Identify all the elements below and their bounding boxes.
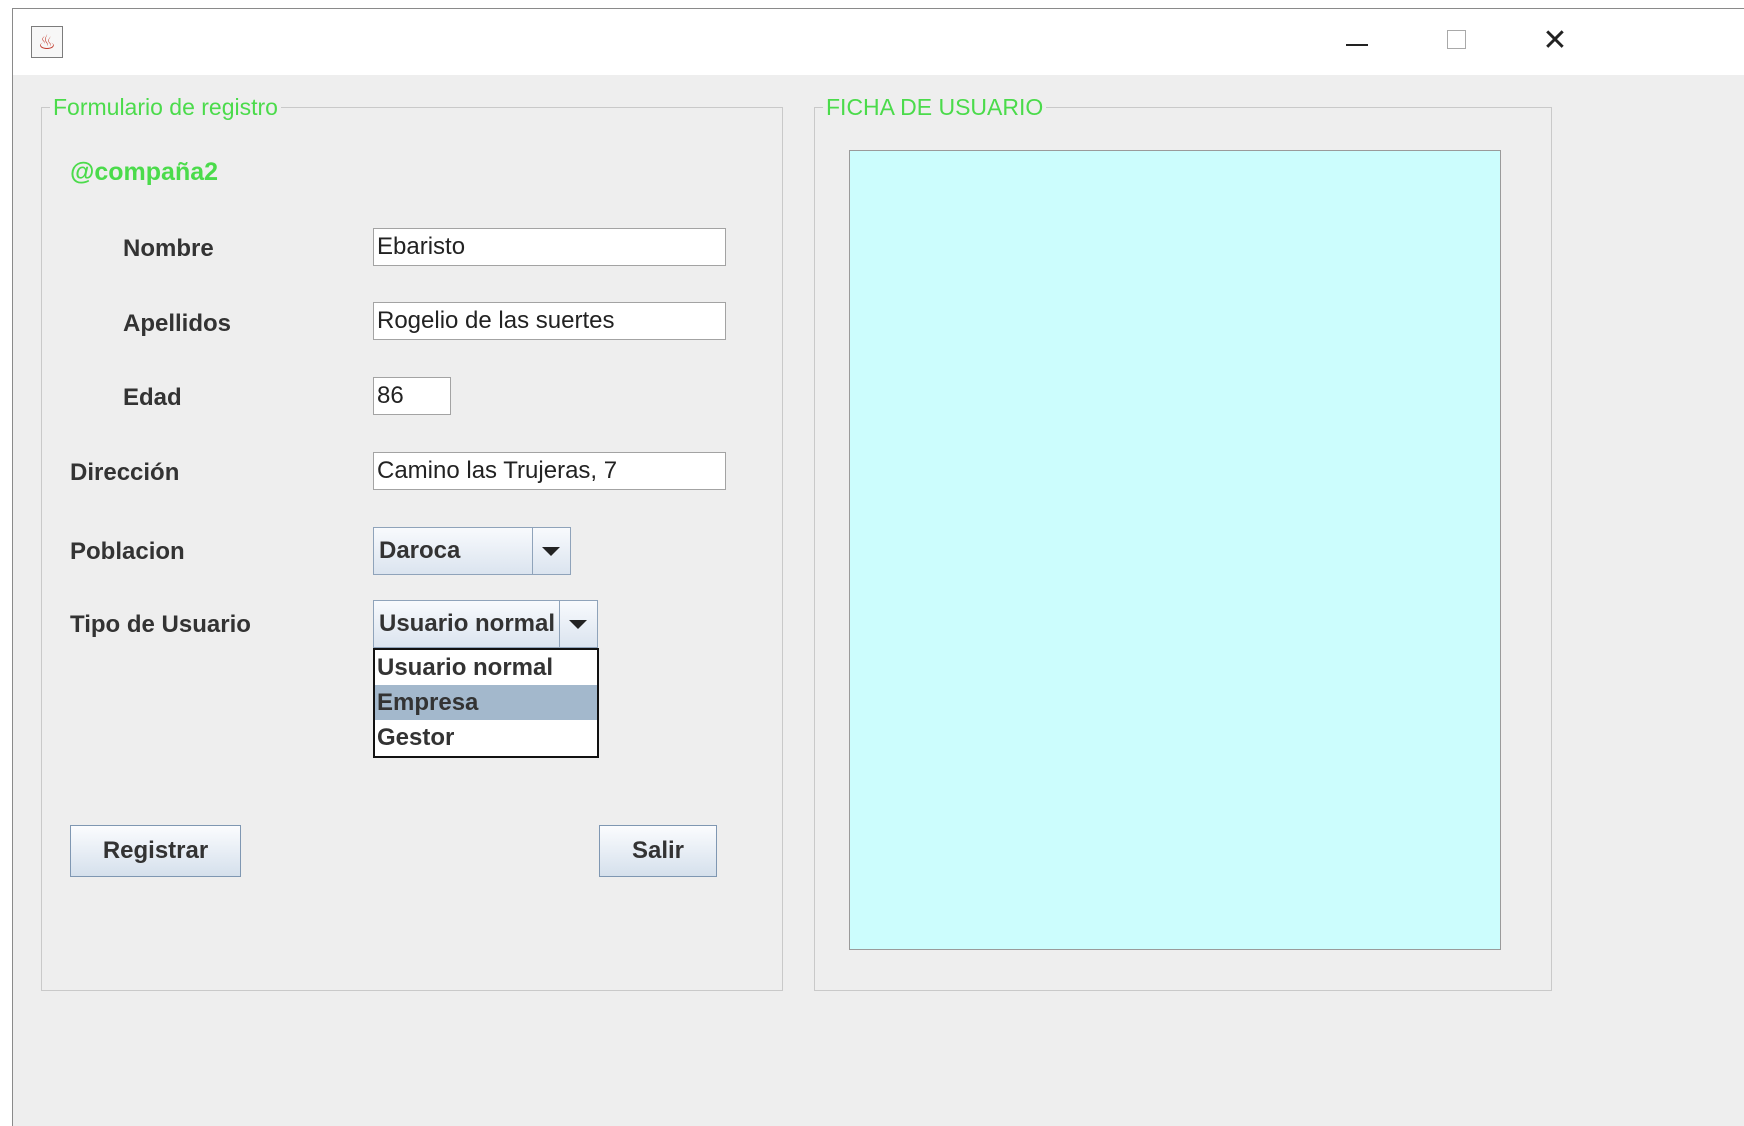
registration-form-legend: Formulario de registro <box>53 94 278 120</box>
tipo-usuario-selected-value: Usuario normal <box>379 610 556 637</box>
ficha-usuario-legend: FICHA DE USUARIO <box>826 94 1044 120</box>
tipo-usuario-label: Tipo de Usuario <box>70 611 251 638</box>
dropdown-option-gestor[interactable]: Gestor <box>375 720 597 755</box>
direccion-input[interactable] <box>373 452 726 490</box>
dropdown-option-usuario-normal[interactable]: Usuario normal <box>375 650 597 685</box>
minimize-icon[interactable] <box>1335 21 1379 61</box>
company-label: @compaña2 <box>70 158 219 186</box>
registrar-button[interactable]: Registrar <box>70 825 241 877</box>
poblacion-combo[interactable]: Daroca <box>373 527 571 575</box>
maximize-icon[interactable] <box>1434 21 1478 61</box>
salir-button[interactable]: Salir <box>599 825 717 877</box>
poblacion-selected-value: Daroca <box>379 537 461 564</box>
direccion-label: Dirección <box>70 459 180 486</box>
dropdown-option-empresa[interactable]: Empresa <box>375 685 597 720</box>
poblacion-label: Poblacion <box>70 538 185 565</box>
chevron-down-icon[interactable] <box>532 528 570 574</box>
chevron-down-icon[interactable] <box>559 601 597 647</box>
tipo-usuario-combo[interactable]: Usuario normal <box>373 600 598 648</box>
tipo-usuario-dropdown-list: Usuario normal Empresa Gestor <box>373 648 599 758</box>
java-cup-icon[interactable]: ♨ <box>31 26 63 58</box>
ficha-usuario-text-area[interactable] <box>849 150 1501 950</box>
apellidos-input[interactable] <box>373 302 726 340</box>
nombre-label: Nombre <box>123 235 214 262</box>
edad-label: Edad <box>123 384 182 411</box>
nombre-input[interactable] <box>373 228 726 266</box>
title-bar: ♨ ✕ <box>13 9 1744 75</box>
apellidos-label: Apellidos <box>123 310 232 337</box>
close-icon[interactable]: ✕ <box>1533 21 1577 61</box>
edad-input[interactable] <box>373 377 451 415</box>
